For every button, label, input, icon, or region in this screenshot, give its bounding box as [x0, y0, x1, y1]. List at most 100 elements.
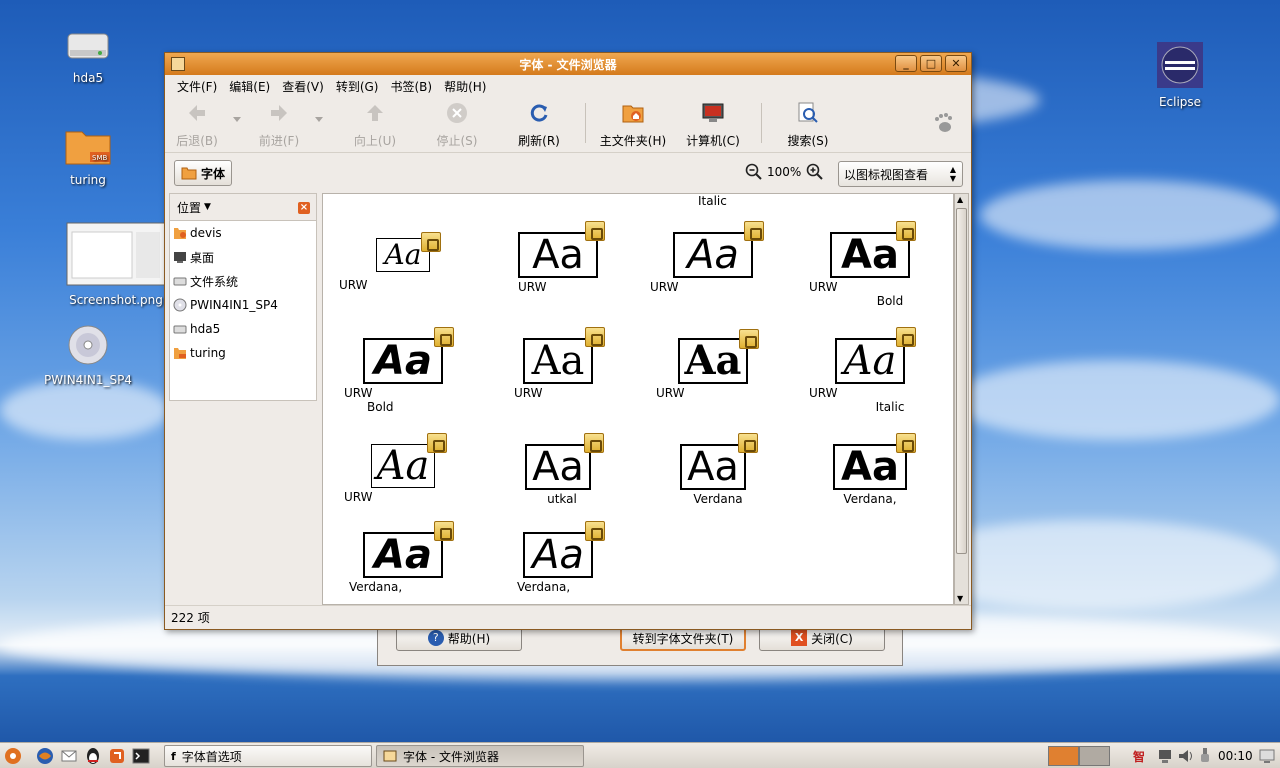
- menu-help[interactable]: 帮助(H): [438, 78, 492, 95]
- minimize-button[interactable]: _: [895, 55, 917, 72]
- desktop-icon-screenshot[interactable]: Screenshot.png: [64, 222, 168, 307]
- icon-view: Italic Aa URW Aa URW Aa URW Aa URW Bold …: [322, 193, 954, 605]
- status-bar: 222 项: [165, 605, 971, 629]
- close-icon: X: [791, 630, 808, 646]
- place-desktop[interactable]: 桌面: [170, 245, 316, 269]
- font-item[interactable]: Aa URW: [643, 232, 783, 294]
- zoom-level: 100%: [767, 165, 802, 179]
- lock-icon: [434, 327, 454, 347]
- bottom-panel: f 字体首选项 字体 - 文件浏览器 智 00:10: [0, 742, 1280, 768]
- scroll-up-icon[interactable]: ▲: [957, 195, 963, 204]
- drive-icon: [67, 33, 109, 59]
- menu-view[interactable]: 查看(V): [276, 78, 330, 95]
- font-preferences-icon: f: [171, 749, 176, 763]
- zoom-in-icon[interactable]: [806, 163, 824, 181]
- title-bar[interactable]: 字体 - 文件浏览器 _ □ ✕: [165, 53, 971, 75]
- font-item[interactable]: Aa URW Bold: [333, 338, 473, 414]
- file-browser-window: 字体 - 文件浏览器 _ □ ✕ 文件(F) 编辑(E) 查看(V) 转到(G)…: [164, 52, 972, 630]
- ubuntu-menu-icon[interactable]: [4, 747, 22, 765]
- qq-icon[interactable]: [84, 747, 102, 765]
- clock[interactable]: 00:10: [1218, 749, 1253, 763]
- window-menu-icon[interactable]: [171, 57, 185, 71]
- desktop-icon-hda5[interactable]: hda5: [38, 28, 138, 85]
- font-item[interactable]: Aa URW: [488, 338, 628, 400]
- lock-icon: [585, 327, 605, 347]
- forward-history-dropdown[interactable]: [315, 117, 323, 122]
- up-button[interactable]: 向上(U): [349, 99, 401, 149]
- home-folder-button[interactable]: 主文件夹(H): [595, 99, 671, 149]
- vertical-scrollbar[interactable]: ▲ ▼: [954, 193, 969, 605]
- lock-icon: [421, 232, 441, 252]
- forward-button[interactable]: 前进(F): [253, 99, 305, 149]
- stop-icon: [447, 103, 467, 123]
- font-item[interactable]: Aa Verdana: [643, 444, 783, 506]
- font-preview-icon: Aa: [363, 338, 443, 384]
- up-arrow-icon: [367, 105, 383, 121]
- menu-file[interactable]: 文件(F): [171, 78, 223, 95]
- desktop-icon: [174, 252, 186, 263]
- power-icon[interactable]: [1196, 747, 1214, 765]
- font-item[interactable]: Aa Verdana,: [800, 444, 940, 506]
- font-item[interactable]: Aa URW: [333, 444, 473, 504]
- font-preview-icon: Aa: [523, 338, 593, 384]
- font-item[interactable]: Aa URW: [333, 238, 473, 292]
- firefox-icon[interactable]: [36, 747, 54, 765]
- task-file-browser[interactable]: 字体 - 文件浏览器: [376, 745, 584, 767]
- side-pane-header[interactable]: 位置 ▼ ×: [169, 193, 317, 221]
- desktop-icon-cdrom[interactable]: PWIN4IN1_SP4: [38, 324, 138, 387]
- volume-icon[interactable]: [1177, 747, 1195, 765]
- computer-button[interactable]: 计算机(C): [681, 99, 745, 149]
- show-desktop-icon[interactable]: [1258, 747, 1276, 765]
- chevron-down-icon: ▼: [204, 202, 211, 212]
- workspace-2[interactable]: [1079, 746, 1110, 766]
- font-item[interactable]: Aa Verdana,: [488, 532, 628, 594]
- workspace-switcher[interactable]: [1048, 746, 1110, 766]
- orange-app-icon[interactable]: [108, 747, 126, 765]
- location-bar: 字体 100% 以图标视图查看 ▲ ▼: [165, 153, 971, 191]
- back-button[interactable]: 后退(B): [173, 99, 221, 149]
- stop-button[interactable]: 停止(S): [431, 99, 483, 149]
- zoom-out-icon[interactable]: [745, 163, 763, 181]
- menu-bar: 文件(F) 编辑(E) 查看(V) 转到(G) 书签(B) 帮助(H): [165, 75, 971, 97]
- side-pane-close-icon[interactable]: ×: [298, 202, 310, 214]
- font-item[interactable]: Aa URW Bold: [800, 232, 940, 308]
- place-hda5[interactable]: hda5: [170, 317, 316, 341]
- desktop-icon-eclipse[interactable]: Eclipse: [1130, 42, 1230, 109]
- mail-icon[interactable]: [60, 747, 78, 765]
- search-button[interactable]: 搜索(S): [777, 99, 839, 149]
- scrollbar-thumb[interactable]: [956, 208, 967, 554]
- refresh-icon: [530, 104, 548, 122]
- scroll-down-icon[interactable]: ▼: [957, 594, 963, 603]
- svg-text:SMB: SMB: [92, 154, 107, 162]
- lock-icon: [585, 521, 605, 541]
- view-mode-select[interactable]: 以图标视图查看 ▲ ▼: [838, 161, 963, 187]
- terminal-icon[interactable]: [132, 747, 150, 765]
- partial-font-label: Italic: [698, 194, 727, 208]
- desktop-icon-label: PWIN4IN1_SP4: [44, 373, 132, 387]
- refresh-button[interactable]: 刷新(R): [513, 99, 565, 149]
- place-turing[interactable]: turing: [170, 341, 316, 365]
- ime-indicator[interactable]: 智: [1133, 748, 1145, 765]
- font-item[interactable]: Aa utkal: [488, 444, 628, 506]
- item-count: 222 项: [171, 611, 210, 625]
- window-close-button[interactable]: ✕: [945, 55, 967, 72]
- desktop-icon-turing[interactable]: SMB turing: [38, 124, 138, 187]
- font-preview-icon: Aa: [363, 532, 443, 578]
- workspace-1[interactable]: [1048, 746, 1079, 766]
- font-item[interactable]: Aa URW: [488, 232, 628, 294]
- font-item[interactable]: Aa URW: [643, 338, 783, 400]
- task-font-preferences[interactable]: f 字体首选项: [164, 745, 372, 767]
- font-item[interactable]: Aa URW Italic: [800, 338, 940, 414]
- menu-edit[interactable]: 编辑(E): [223, 78, 276, 95]
- path-button-fonts[interactable]: 字体: [174, 160, 233, 186]
- place-home[interactable]: devis: [170, 221, 316, 245]
- font-item[interactable]: Aa Verdana,: [333, 532, 473, 594]
- updown-arrow-icon: ▲ ▼: [949, 165, 956, 183]
- back-history-dropdown[interactable]: [233, 117, 241, 122]
- menu-go[interactable]: 转到(G): [330, 78, 385, 95]
- place-filesystem[interactable]: 文件系统: [170, 269, 316, 293]
- menu-bookmarks[interactable]: 书签(B): [384, 78, 438, 95]
- place-cdrom[interactable]: PWIN4IN1_SP4: [170, 293, 316, 317]
- network-icon[interactable]: [1156, 747, 1174, 765]
- maximize-button[interactable]: □: [920, 55, 942, 72]
